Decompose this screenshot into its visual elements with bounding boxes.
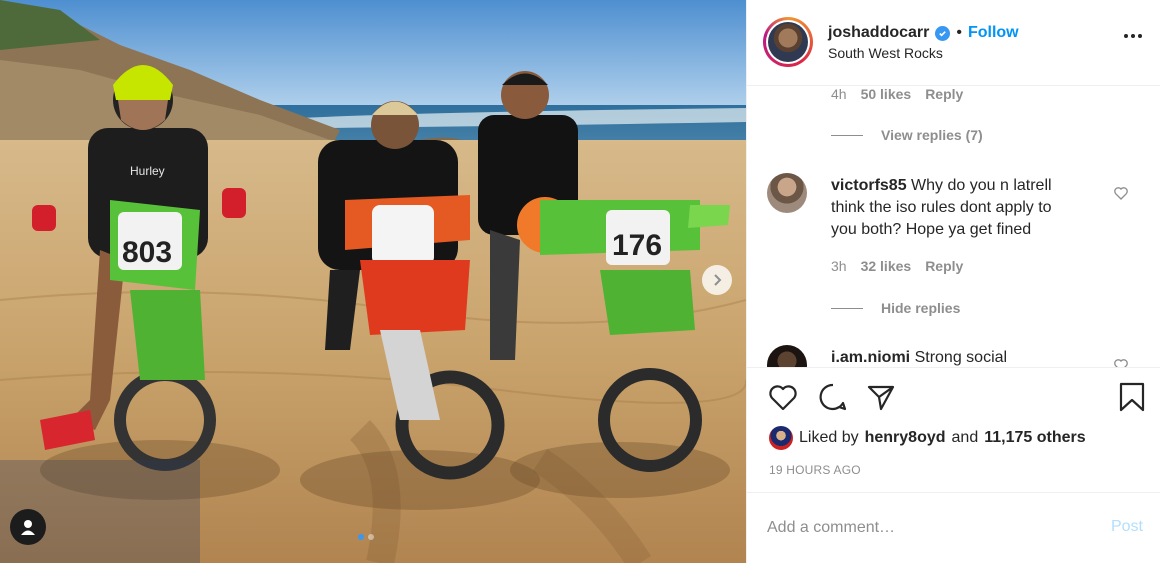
comment-username[interactable]: victorfs85: [831, 177, 907, 194]
user-icon: [21, 520, 35, 535]
carousel-indicator: [358, 534, 374, 540]
comment-text-line2: think the iso rules dont apply to: [831, 199, 1052, 216]
comment-meta: 4h 50 likes Reply: [831, 86, 963, 102]
username-link[interactable]: joshaddocarr: [828, 24, 929, 42]
comment-text: Strong social: [914, 349, 1008, 366]
chevron-right-icon: [714, 274, 722, 286]
follow-button[interactable]: Follow: [968, 24, 1019, 42]
commenter-avatar[interactable]: [767, 345, 807, 367]
comment-text-line3: you both? Hope ya get fined: [831, 221, 1032, 238]
reply-button[interactable]: Reply: [925, 86, 963, 102]
liked-by-conjunction: and: [951, 429, 979, 446]
post-sidebar: joshaddocarr • Follow South West Rocks 4…: [746, 0, 1160, 563]
comment-likes[interactable]: 50 likes: [861, 86, 912, 102]
post-comment-button[interactable]: Post: [1111, 518, 1143, 536]
comments-list: 4h 50 likes Reply View replies (7) victo…: [747, 86, 1160, 367]
beach-motocross-scene: Hurley 803 176: [0, 0, 746, 563]
post-header: joshaddocarr • Follow South West Rocks: [747, 0, 1160, 86]
comment-body: victorfs85 Why do you n latrell think th…: [831, 175, 1121, 241]
hide-replies-button[interactable]: Hide replies: [831, 300, 960, 316]
reply-button[interactable]: Reply: [925, 258, 963, 274]
jersey-text: Hurley: [130, 164, 165, 178]
username-row: joshaddocarr • Follow: [828, 24, 1019, 42]
liker-avatar[interactable]: [769, 426, 793, 450]
post-photo[interactable]: Hurley 803 176: [0, 0, 746, 563]
comment-input[interactable]: [767, 515, 1087, 541]
comment-likes[interactable]: 32 likes: [861, 258, 912, 274]
post-timestamp[interactable]: 19 HOURS AGO: [769, 463, 861, 477]
view-replies-button[interactable]: View replies (7): [831, 127, 983, 143]
tagged-users-button[interactable]: [10, 509, 46, 545]
verified-badge-icon: [935, 25, 951, 41]
next-photo-button[interactable]: [702, 265, 732, 295]
share-paper-plane-icon[interactable]: [865, 381, 897, 413]
bike-number-right: 176: [612, 229, 662, 262]
likes-count-link[interactable]: 11,175 others: [984, 429, 1085, 447]
save-bookmark-icon[interactable]: [1117, 381, 1147, 413]
carousel-dot-active: [358, 534, 364, 540]
liked-by: Liked by henry8oyd and 11,175 others: [769, 426, 1086, 450]
more-options-button[interactable]: [1124, 34, 1142, 38]
commenter-avatar[interactable]: [767, 173, 807, 213]
comment-text-line1: Why do you n latrell: [911, 177, 1052, 194]
add-comment-bar: Post: [747, 492, 1160, 563]
liker-username[interactable]: henry8oyd: [865, 429, 946, 447]
comment-username[interactable]: i.am.niomi: [831, 349, 910, 366]
location-link[interactable]: South West Rocks: [828, 45, 943, 61]
comment-body: i.am.niomi Strong social: [831, 347, 1121, 367]
carousel-dot: [368, 534, 374, 540]
liked-by-prefix: Liked by: [799, 429, 859, 446]
comment-meta: 3h 32 likes Reply: [831, 258, 963, 274]
like-heart-icon[interactable]: [767, 381, 799, 413]
separator: •: [956, 24, 962, 41]
view-replies-label: View replies (7): [881, 127, 983, 143]
comment-like-heart-icon[interactable]: [1113, 185, 1129, 201]
bike-number-left: 803: [122, 236, 172, 269]
comment-time: 4h: [831, 86, 847, 102]
profile-avatar[interactable]: [763, 17, 813, 67]
comment-time: 3h: [831, 258, 847, 274]
hide-replies-label: Hide replies: [881, 300, 961, 316]
action-bar: [747, 367, 1160, 368]
comment-bubble-icon[interactable]: [817, 381, 849, 413]
comment-like-heart-icon[interactable]: [1113, 357, 1129, 367]
more-dots-icon: [1124, 34, 1128, 38]
